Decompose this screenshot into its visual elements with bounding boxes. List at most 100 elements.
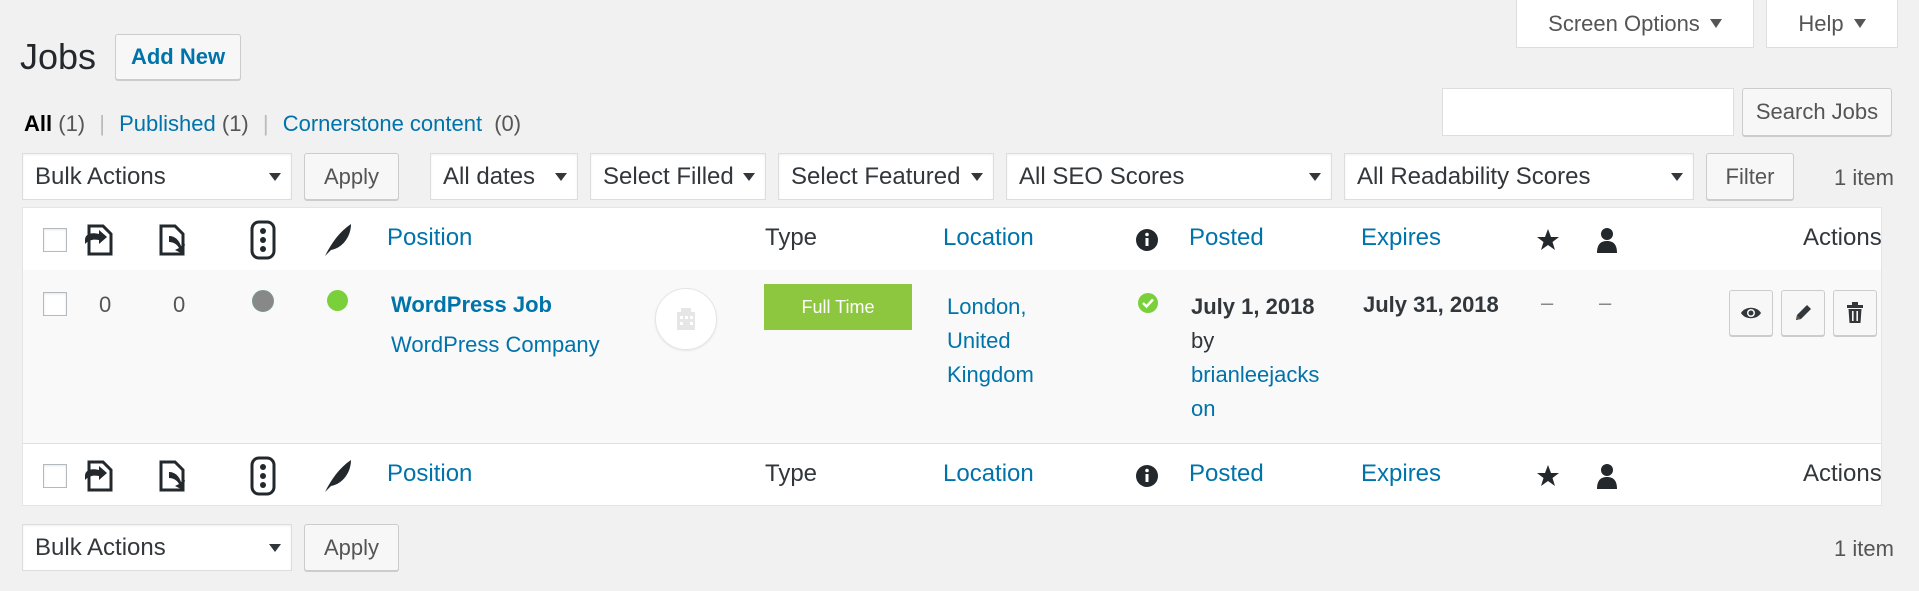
- column-location[interactable]: Location: [943, 460, 1034, 488]
- seo-dot: [327, 290, 348, 311]
- add-new-button[interactable]: Add New: [115, 34, 241, 80]
- info-icon: [1136, 229, 1158, 251]
- location-line: Kingdom: [947, 362, 1034, 387]
- location-line: London,: [947, 294, 1027, 319]
- chevron-down-icon: [1853, 19, 1866, 28]
- jobs-table: Position Type Location Posted Expires Ac…: [22, 207, 1882, 506]
- feather-icon: [325, 224, 351, 256]
- featured-value: Select Featured: [791, 162, 961, 190]
- chevron-down-icon: [269, 543, 281, 552]
- seo-scores-select[interactable]: All SEO Scores: [1006, 153, 1332, 200]
- author-line: on: [1191, 396, 1216, 421]
- traffic-light-icon: [250, 220, 276, 260]
- apply-button-bottom[interactable]: Apply: [304, 524, 399, 571]
- chevron-down-icon: [269, 172, 281, 181]
- chevron-down-icon: [1671, 172, 1683, 181]
- featured-select[interactable]: Select Featured: [778, 153, 994, 200]
- table-row: 0 0 WordPress Job WordPress Company Full…: [23, 270, 1881, 443]
- traffic-light-icon: [250, 456, 276, 496]
- chevron-down-icon: [1309, 172, 1321, 181]
- select-all-checkbox[interactable]: [43, 464, 67, 488]
- column-actions: Actions: [1803, 460, 1882, 487]
- filled-select[interactable]: Select Filled: [590, 153, 766, 200]
- screen-options-label: Screen Options: [1548, 10, 1700, 36]
- edit-button[interactable]: [1781, 290, 1825, 336]
- separator: |: [99, 111, 105, 136]
- job-title-link[interactable]: WordPress Job: [391, 292, 552, 318]
- eye-icon: [1741, 307, 1761, 319]
- chevron-down-icon: [743, 172, 755, 181]
- column-posted[interactable]: Posted: [1189, 460, 1264, 488]
- location-line: United: [947, 328, 1011, 353]
- incoming-links-icon: [159, 224, 185, 256]
- select-all-checkbox[interactable]: [43, 228, 67, 252]
- bulk-actions-value: Bulk Actions: [35, 533, 166, 561]
- outgoing-links-icon: [85, 460, 113, 492]
- info-icon: [1136, 465, 1158, 487]
- search-jobs-button[interactable]: Search Jobs: [1742, 88, 1892, 136]
- search-input[interactable]: [1442, 88, 1734, 136]
- row-checkbox[interactable]: [43, 292, 67, 316]
- filled-value: Select Filled: [603, 162, 734, 190]
- view-button[interactable]: [1729, 290, 1773, 336]
- posted-by: by: [1191, 328, 1215, 353]
- column-type: Type: [765, 224, 818, 251]
- pencil-icon: [1796, 305, 1811, 320]
- view-all[interactable]: All (1): [24, 111, 85, 136]
- column-posted[interactable]: Posted: [1189, 224, 1264, 252]
- job-location[interactable]: London, United Kingdom: [947, 290, 1034, 392]
- star-icon: [1537, 229, 1559, 250]
- readability-dot: [252, 290, 274, 312]
- star-icon: [1537, 465, 1559, 486]
- incoming-links-icon: [159, 460, 185, 492]
- outgoing-links-icon: [85, 224, 113, 256]
- filter-button[interactable]: Filter: [1706, 153, 1794, 200]
- readability-value: All Readability Scores: [1357, 162, 1591, 190]
- column-type: Type: [765, 460, 818, 487]
- help-label: Help: [1798, 10, 1844, 36]
- outgoing-links-count: 0: [99, 292, 112, 317]
- company-link[interactable]: WordPress Company: [391, 332, 600, 358]
- item-count-bottom: 1 item: [1834, 536, 1894, 561]
- column-position[interactable]: Position: [387, 224, 472, 252]
- readability-select[interactable]: All Readability Scores: [1344, 153, 1694, 200]
- trash-icon: [1847, 302, 1863, 323]
- column-expires[interactable]: Expires: [1361, 224, 1441, 252]
- chevron-down-icon: [555, 172, 567, 181]
- page-title: Jobs: [20, 36, 97, 77]
- user-icon: [1597, 228, 1617, 253]
- building-icon: [677, 308, 695, 330]
- item-count: 1 item: [1834, 165, 1894, 190]
- help-tab[interactable]: Help: [1766, 0, 1898, 48]
- bulk-actions-select-bottom[interactable]: Bulk Actions: [22, 524, 292, 571]
- posted-info: July 1, 2018 by brianleejacks on: [1191, 290, 1319, 426]
- posted-date: July 1, 2018: [1191, 294, 1315, 319]
- screen-options-tab[interactable]: Screen Options: [1516, 0, 1754, 48]
- author-line: brianleejacks: [1191, 362, 1320, 387]
- company-logo-placeholder: [655, 288, 717, 350]
- dates-select[interactable]: All dates: [430, 153, 578, 200]
- view-cornerstone[interactable]: Cornerstone content (0): [283, 111, 521, 136]
- table-footer: Position Type Location Posted Expires Ac…: [23, 443, 1882, 506]
- chevron-down-icon: [971, 172, 983, 181]
- check-circle-icon: [1138, 293, 1158, 313]
- view-filters: All (1) | Published (1) | Cornerstone co…: [24, 111, 521, 137]
- expires-date: July 31, 2018: [1363, 292, 1499, 317]
- job-type-badge: Full Time: [764, 284, 912, 330]
- delete-button[interactable]: [1833, 290, 1877, 336]
- view-published[interactable]: Published (1): [119, 111, 249, 136]
- bulk-actions-select[interactable]: Bulk Actions: [22, 153, 292, 200]
- dates-value: All dates: [443, 162, 536, 190]
- column-position[interactable]: Position: [387, 460, 472, 488]
- column-actions: Actions: [1803, 224, 1882, 251]
- apply-button[interactable]: Apply: [304, 153, 399, 200]
- bulk-actions-value: Bulk Actions: [35, 162, 166, 190]
- filled-value: –: [1599, 290, 1612, 315]
- column-location[interactable]: Location: [943, 224, 1034, 252]
- column-expires[interactable]: Expires: [1361, 460, 1441, 488]
- table-header: Position Type Location Posted Expires Ac…: [23, 208, 1882, 271]
- incoming-links-count: 0: [173, 292, 186, 317]
- author-link[interactable]: brianleejacks on: [1191, 358, 1319, 426]
- user-icon: [1597, 464, 1617, 489]
- chevron-down-icon: [1709, 19, 1722, 28]
